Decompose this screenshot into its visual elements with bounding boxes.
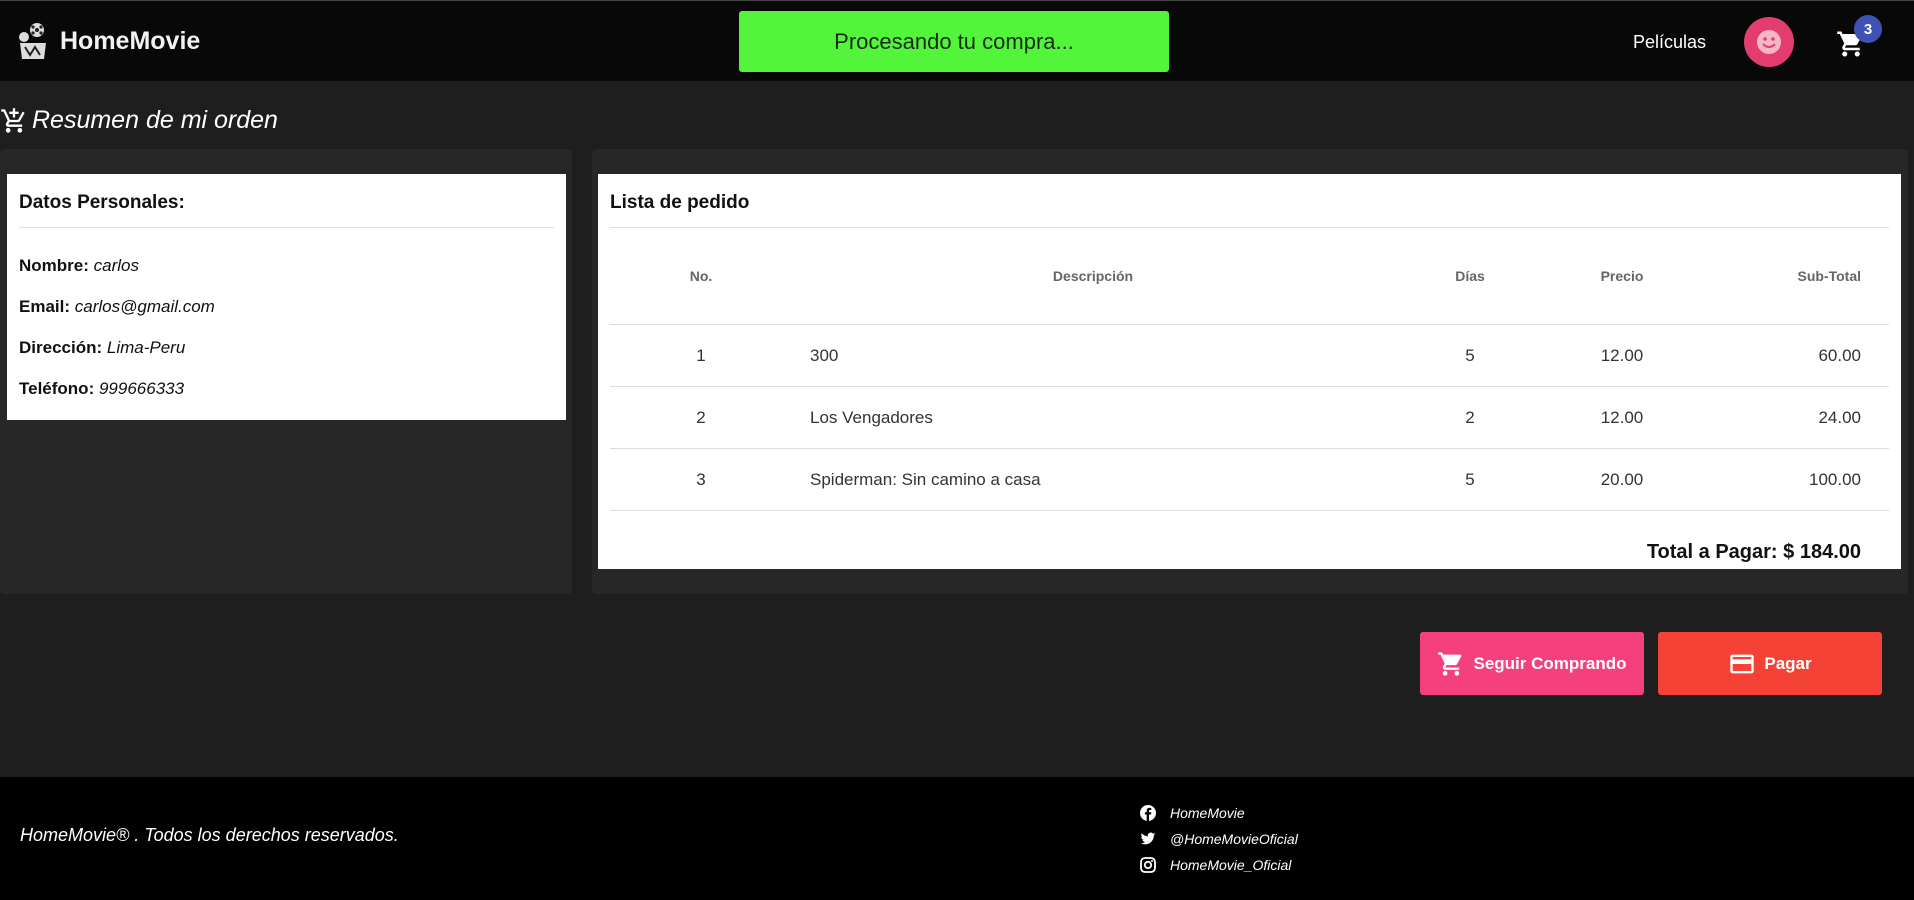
processing-toast: Procesando tu compra... bbox=[739, 11, 1169, 72]
col-descripcion: Descripción bbox=[792, 228, 1394, 325]
social-link-facebook[interactable]: HomeMovie bbox=[1140, 803, 1298, 823]
cell-dias: 5 bbox=[1394, 448, 1546, 511]
facebook-icon bbox=[1140, 805, 1156, 821]
field-label: Dirección: bbox=[19, 338, 103, 357]
cell-precio: 12.00 bbox=[1546, 324, 1698, 387]
field-value: 999666333 bbox=[98, 379, 185, 398]
field-value: carlos bbox=[93, 256, 139, 275]
cart-count-badge: 3 bbox=[1854, 15, 1882, 43]
cell-descripcion: Los Vengadores bbox=[792, 386, 1394, 449]
field-telefono: Teléfono: 999666333 bbox=[19, 379, 554, 399]
copyright-text: HomeMovie® . Todos los derechos reservad… bbox=[20, 825, 399, 845]
brand-name: HomeMovie bbox=[60, 26, 201, 55]
cart-add-icon bbox=[1, 107, 25, 133]
cell-descripcion: Spiderman: Sin camino a casa bbox=[792, 448, 1394, 511]
social-label: HomeMovie bbox=[1170, 805, 1245, 821]
field-direccion: Dirección: Lima-Peru bbox=[19, 338, 554, 358]
field-nombre: Nombre: carlos bbox=[19, 256, 554, 276]
cell-subtotal: 24.00 bbox=[1698, 386, 1889, 449]
cell-precio: 12.00 bbox=[1546, 386, 1698, 449]
social-link-twitter[interactable]: @HomeMovieOficial bbox=[1140, 829, 1298, 849]
cell-no: 3 bbox=[610, 448, 792, 511]
social-label: HomeMovie_Oficial bbox=[1170, 857, 1292, 873]
film-reel-icon bbox=[19, 23, 46, 59]
col-precio: Precio bbox=[1546, 228, 1698, 325]
cell-descripcion: 300 bbox=[792, 324, 1394, 387]
cart-icon bbox=[1438, 651, 1462, 676]
social-link-instagram[interactable]: HomeMovie_Oficial bbox=[1140, 855, 1298, 875]
col-subtotal: Sub-Total bbox=[1698, 228, 1889, 325]
divider bbox=[19, 227, 554, 228]
cell-precio: 20.00 bbox=[1546, 448, 1698, 511]
cell-no: 2 bbox=[610, 386, 792, 449]
smiley-icon bbox=[1757, 30, 1781, 54]
table-header-row: No. Descripción Días Precio Sub-Total bbox=[610, 228, 1889, 325]
orders-card: Lista de pedido No. Descripción Días Pre… bbox=[598, 174, 1901, 569]
field-value: carlos@gmail.com bbox=[74, 297, 215, 316]
order-total: Total a Pagar: $ 184.00 bbox=[1646, 541, 1861, 563]
field-label: Email: bbox=[19, 297, 71, 316]
personal-data-heading: Datos Personales: bbox=[19, 192, 185, 213]
table-row: 2 Los Vengadores 2 12.00 24.00 bbox=[610, 386, 1889, 449]
page-title-text: Resumen de mi orden bbox=[32, 106, 278, 134]
social-links: HomeMovie @HomeMovieOficial HomeMovie_Of… bbox=[1140, 803, 1298, 881]
cell-dias: 5 bbox=[1394, 324, 1546, 387]
pay-button[interactable]: Pagar bbox=[1658, 632, 1882, 695]
table-row: 1 300 5 12.00 60.00 bbox=[610, 324, 1889, 387]
table-row: 3 Spiderman: Sin camino a casa 5 20.00 1… bbox=[610, 448, 1889, 511]
top-navbar: HomeMovie Procesando tu compra... Pelícu… bbox=[0, 0, 1914, 81]
social-label: @HomeMovieOficial bbox=[1170, 831, 1298, 847]
pay-label: Pagar bbox=[1764, 653, 1812, 673]
nav-link-peliculas[interactable]: Películas bbox=[1633, 32, 1706, 53]
orders-heading: Lista de pedido bbox=[610, 192, 750, 213]
cell-no: 1 bbox=[610, 324, 792, 387]
field-value: Lima-Peru bbox=[106, 338, 186, 357]
user-avatar[interactable] bbox=[1744, 17, 1794, 67]
field-label: Nombre: bbox=[19, 256, 89, 275]
continue-shopping-label: Seguir Comprando bbox=[1473, 653, 1627, 673]
credit-card-icon bbox=[1730, 654, 1755, 673]
col-no: No. bbox=[610, 228, 792, 325]
cell-subtotal: 60.00 bbox=[1698, 324, 1889, 387]
footer: HomeMovie® . Todos los derechos reservad… bbox=[0, 777, 1914, 900]
cell-subtotal: 100.00 bbox=[1698, 448, 1889, 511]
instagram-icon bbox=[1140, 857, 1156, 873]
field-email: Email: carlos@gmail.com bbox=[19, 297, 554, 317]
twitter-icon bbox=[1140, 832, 1156, 845]
col-dias: Días bbox=[1394, 228, 1546, 325]
orders-table: No. Descripción Días Precio Sub-Total 1 … bbox=[610, 228, 1889, 511]
continue-shopping-button[interactable]: Seguir Comprando bbox=[1420, 632, 1644, 695]
cell-dias: 2 bbox=[1394, 386, 1546, 449]
brand[interactable]: HomeMovie bbox=[16, 21, 200, 61]
field-label: Teléfono: bbox=[19, 379, 95, 398]
personal-data-card: Datos Personales: Nombre: carlos Email: … bbox=[7, 174, 566, 420]
page-title: Resumen de mi orden bbox=[0, 106, 278, 135]
